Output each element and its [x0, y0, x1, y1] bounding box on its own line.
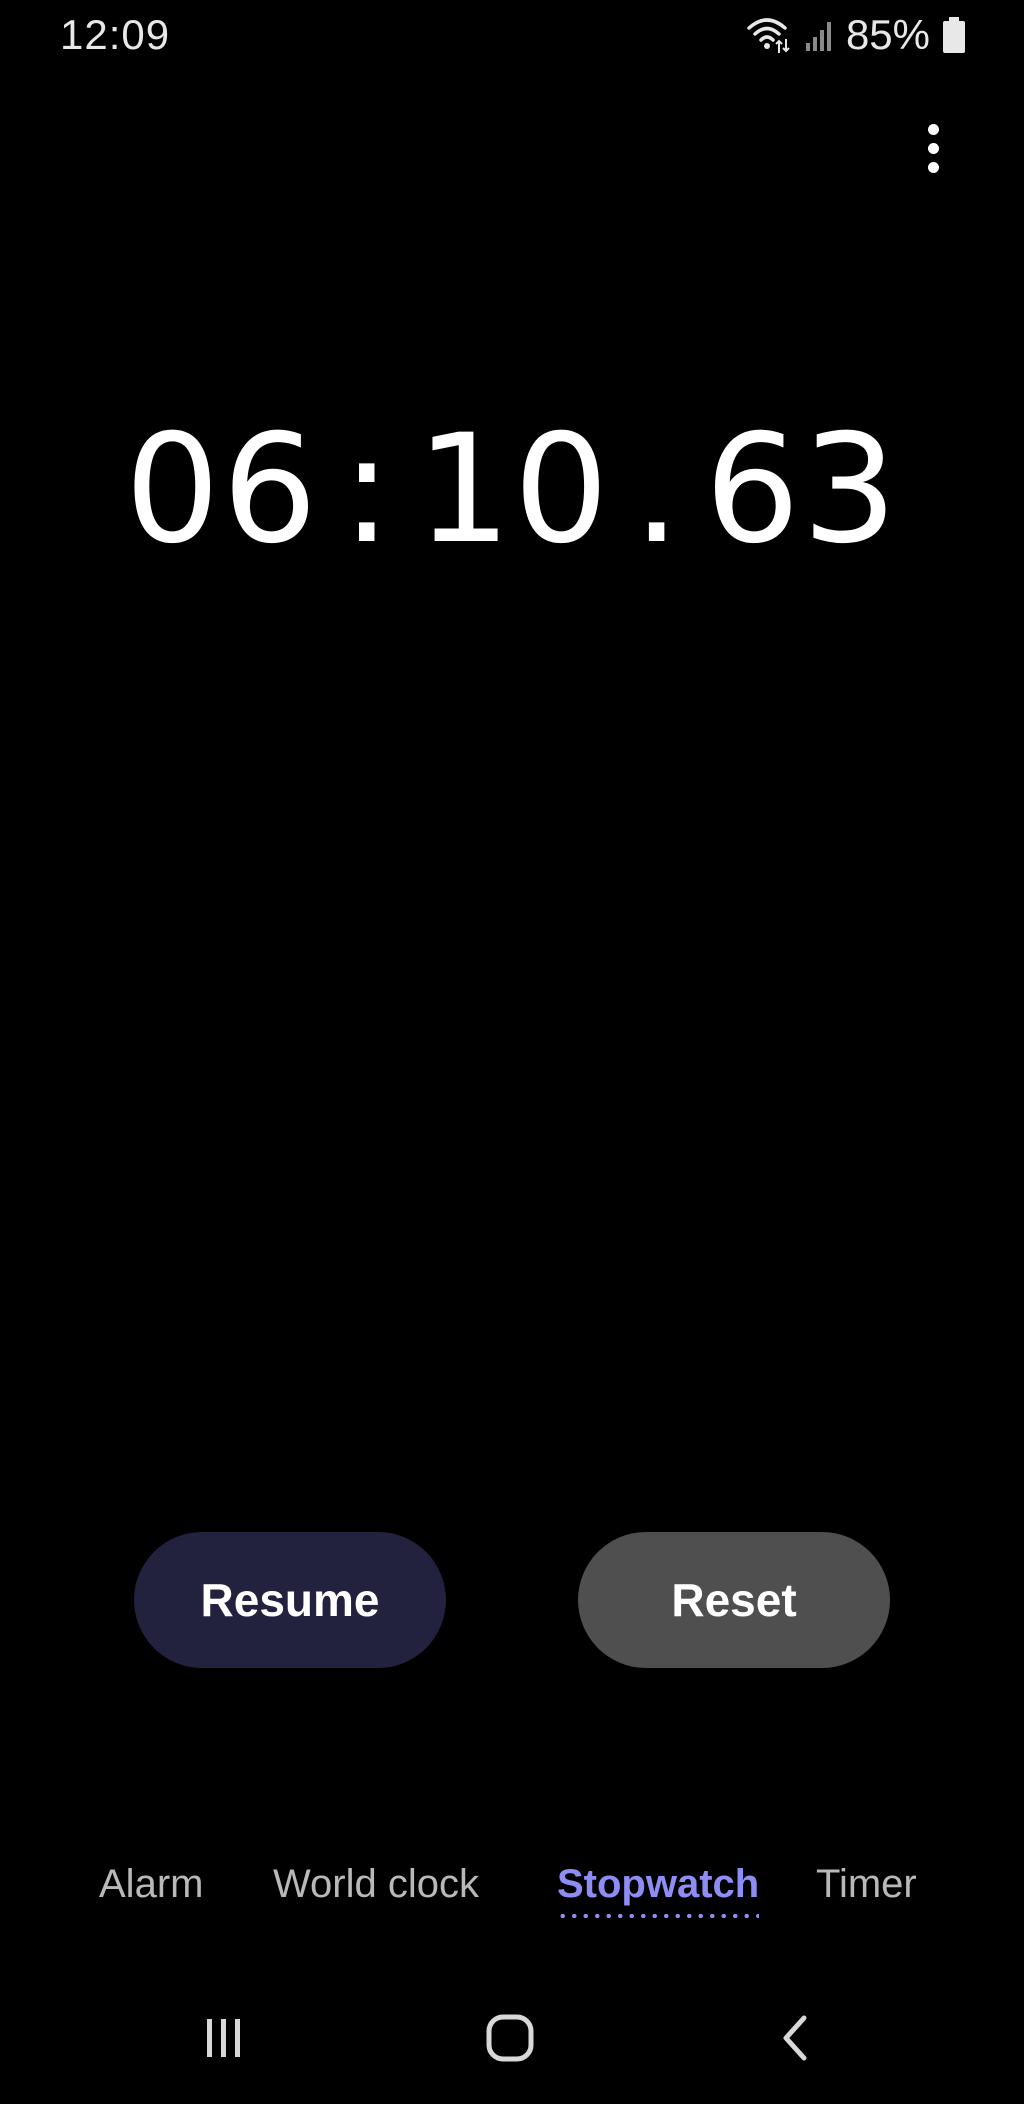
status-time: 12:09	[60, 11, 171, 58]
stopwatch-minutes: 06	[124, 403, 320, 577]
stopwatch-colon: :	[341, 403, 394, 577]
battery-icon	[942, 16, 966, 54]
tab-stopwatch-label: Stopwatch	[557, 1862, 760, 1906]
tab-alarm[interactable]: Alarm	[99, 1850, 203, 1930]
signal-icon	[804, 17, 834, 53]
recent-apps-icon	[199, 2015, 249, 2066]
navigation-bar	[0, 1990, 1024, 2090]
wifi-icon	[746, 15, 792, 55]
tab-world-clock[interactable]: World clock	[273, 1850, 479, 1930]
resume-button[interactable]: Resume	[134, 1532, 446, 1668]
recent-apps-button[interactable]	[184, 2008, 264, 2072]
back-icon	[776, 2013, 816, 2068]
home-icon	[485, 2013, 535, 2068]
tab-stopwatch[interactable]: Stopwatch	[557, 1850, 760, 1930]
tab-timer[interactable]: Timer	[816, 1850, 917, 1930]
reset-button[interactable]: Reset	[578, 1532, 890, 1668]
status-bar: 12:09 85%	[0, 0, 1024, 70]
more-vertical-icon	[927, 123, 939, 173]
stopwatch-dot: .	[632, 403, 683, 577]
stopwatch-seconds: 10	[415, 403, 611, 577]
status-icons: 85%	[746, 10, 966, 60]
back-button[interactable]	[756, 2008, 836, 2072]
stopwatch-time: 06 : 10 . 63	[0, 400, 1024, 580]
more-options-button[interactable]	[908, 118, 958, 178]
stopwatch-hundredths: 63	[704, 403, 900, 577]
home-button[interactable]	[470, 2008, 550, 2072]
bottom-tab-bar: Alarm World clock Stopwatch Timer	[0, 1850, 1024, 1930]
battery-percent: 85%	[845, 11, 930, 58]
active-tab-indicator	[557, 1914, 760, 1918]
